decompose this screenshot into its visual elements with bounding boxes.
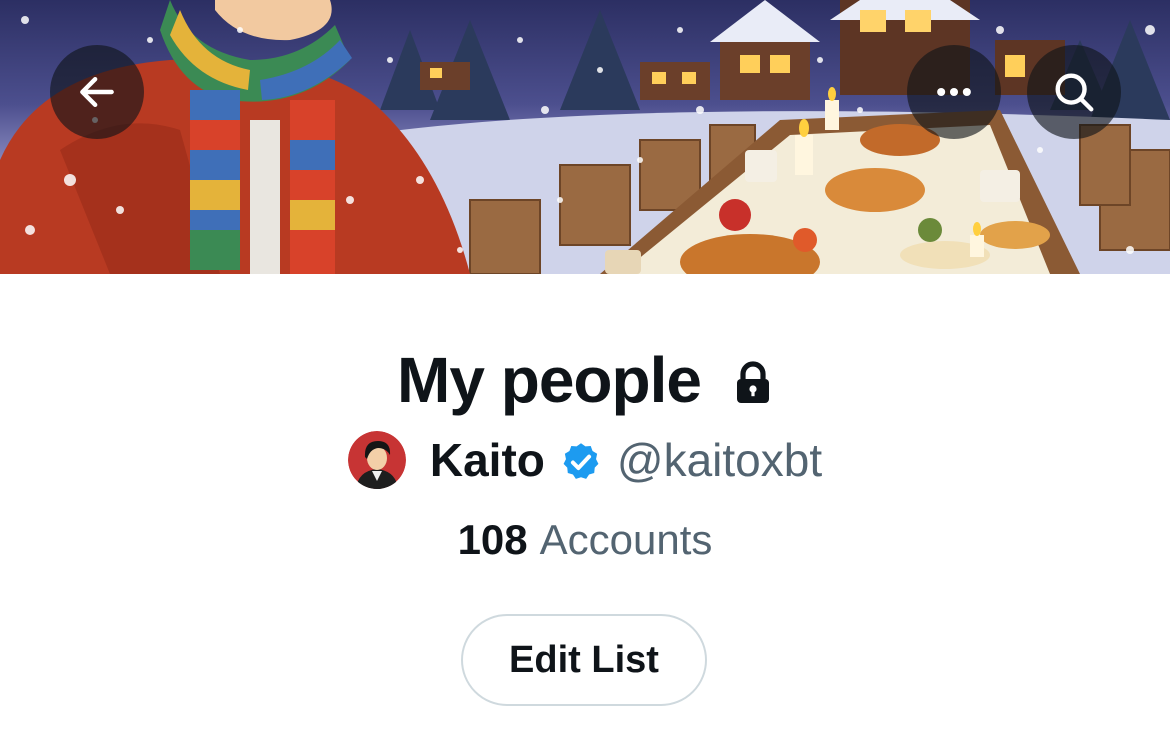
lock-icon (733, 361, 773, 405)
list-title-row: My people (0, 340, 1170, 420)
banner-illustration (0, 0, 1170, 274)
list-title: My people (397, 344, 702, 416)
back-button[interactable] (50, 45, 144, 139)
owner-handle[interactable]: @kaitoxbt (617, 433, 822, 487)
list-banner (0, 0, 1170, 274)
arrow-left-icon (80, 76, 114, 108)
more-options-button[interactable] (907, 45, 1001, 139)
member-count-label: Accounts (539, 516, 713, 563)
more-horizontal-icon (937, 87, 971, 97)
avatar[interactable] (347, 431, 406, 489)
member-count-number: 108 (457, 516, 528, 563)
edit-list-button[interactable]: Edit List (461, 614, 707, 706)
verified-badge-icon (559, 440, 603, 484)
list-owner[interactable]: Kaito @kaitoxbt (0, 428, 1170, 492)
member-count[interactable]: 108 Accounts (0, 510, 1170, 570)
search-button[interactable] (1027, 45, 1121, 139)
search-icon (1055, 73, 1094, 112)
owner-name[interactable]: Kaito (430, 433, 545, 487)
